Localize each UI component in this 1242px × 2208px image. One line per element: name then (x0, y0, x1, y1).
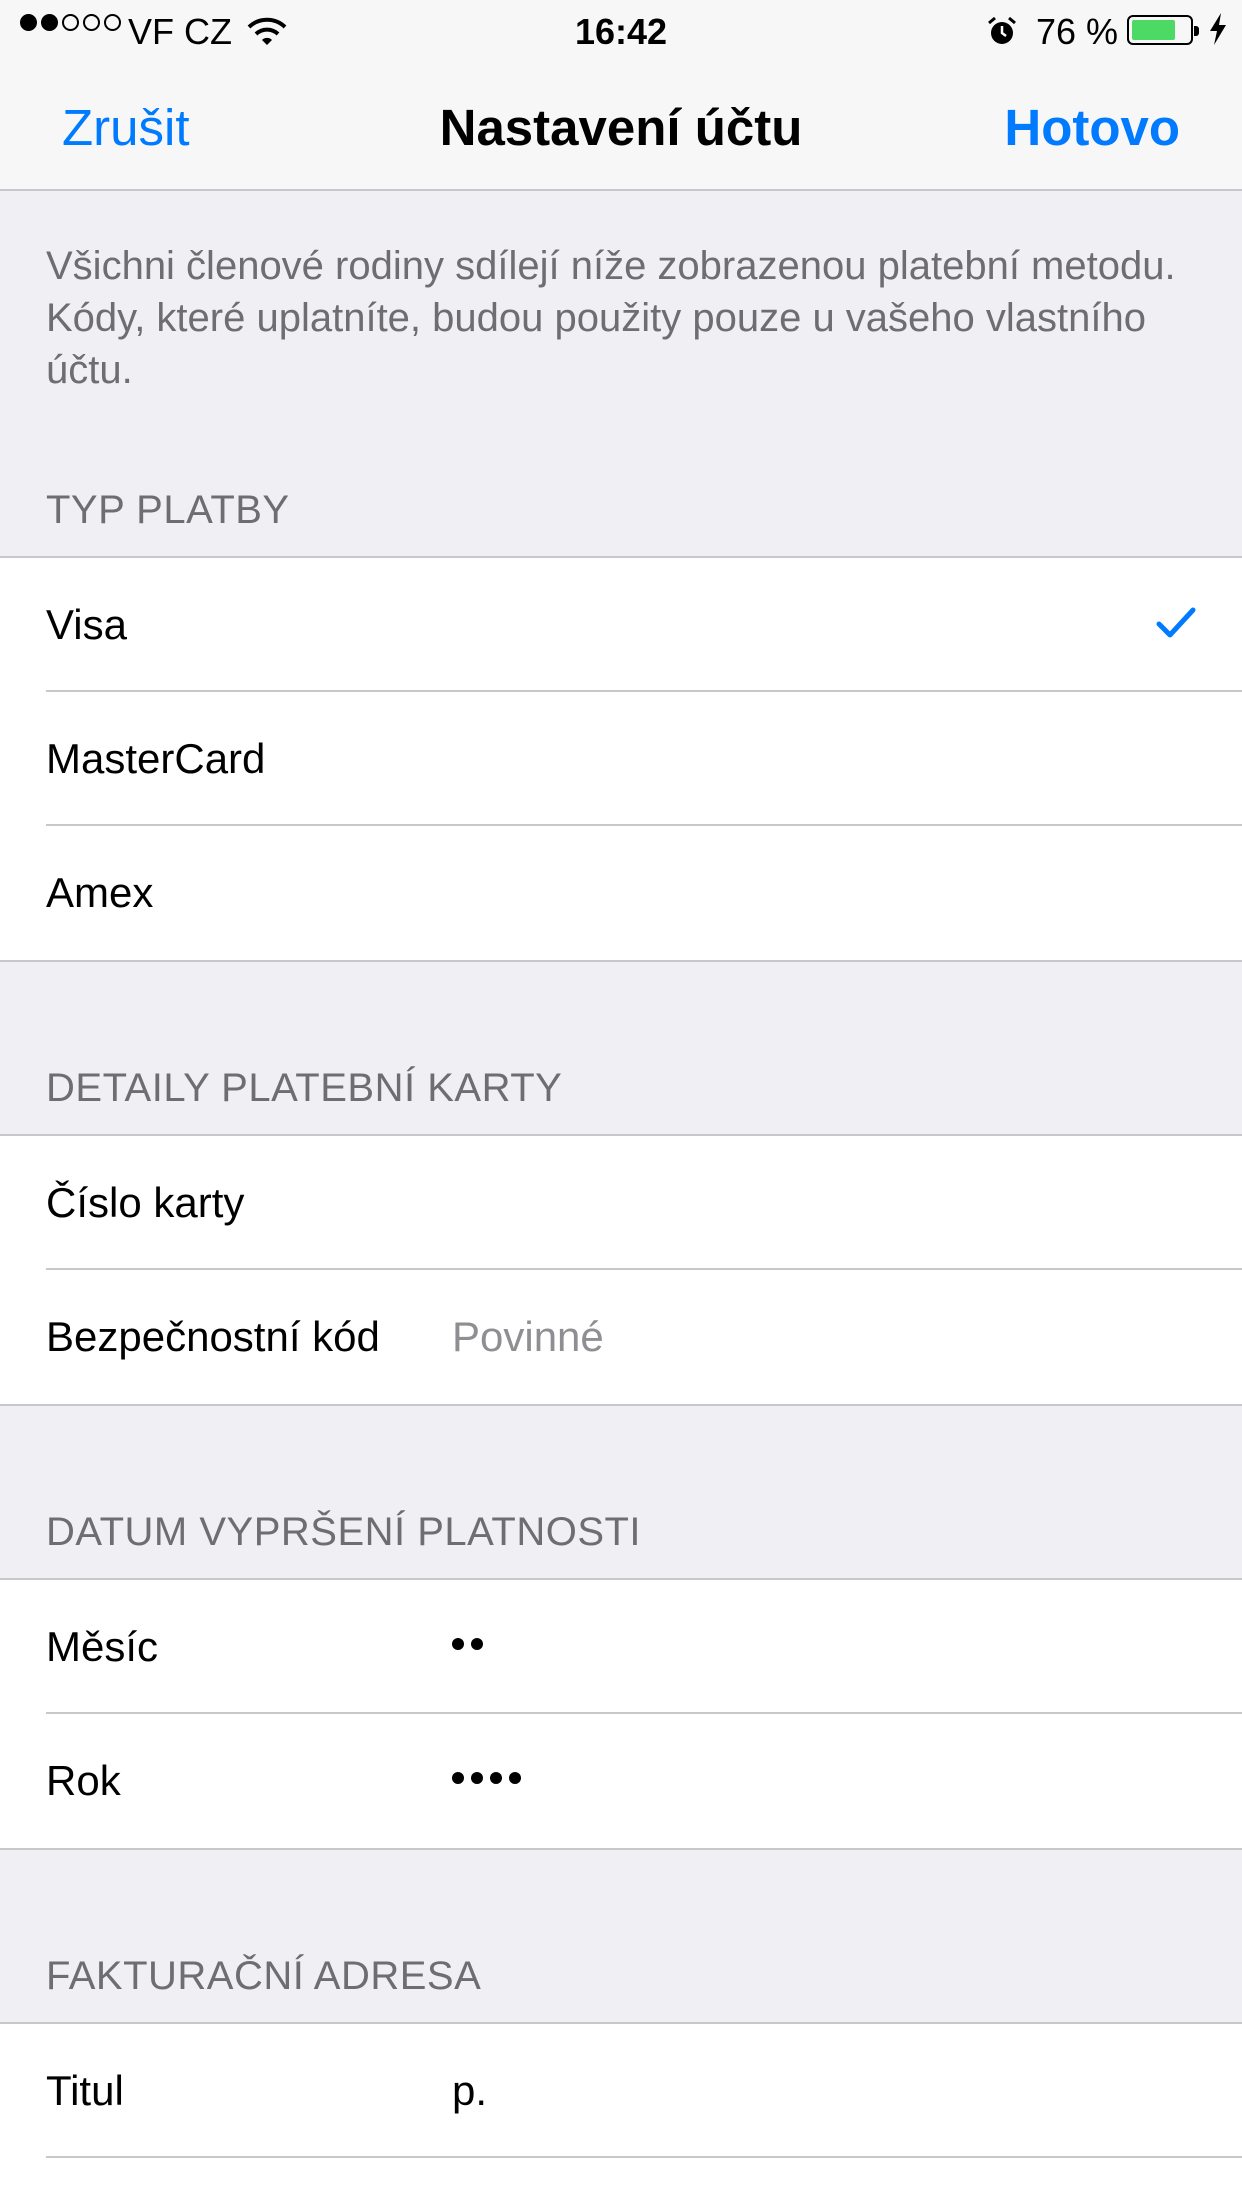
month-masked-field[interactable] (452, 1638, 483, 1650)
done-button[interactable]: Hotovo (1004, 98, 1180, 157)
payment-option-amex[interactable]: Amex (0, 826, 1242, 960)
security-code-field[interactable]: Povinné (452, 1270, 604, 1404)
mask-dot (452, 1772, 464, 1784)
mask-dot (471, 1638, 483, 1650)
alarm-icon (986, 14, 1018, 56)
expiry-year-row[interactable]: Rok (0, 1714, 1242, 1848)
payment-option-mastercard[interactable]: MasterCard (0, 692, 1242, 826)
billing-title-label: Titul (46, 2067, 124, 2114)
charging-bolt-icon (1208, 12, 1228, 55)
top-bar: VF CZ 16:42 76 % Zrušit Nastavení účtu H… (0, 0, 1242, 191)
month-label: Měsíc (46, 1623, 159, 1670)
mask-dot (471, 1772, 483, 1784)
card-details-group: Číslo karty Bezpečnostní kód Povinné (0, 1134, 1242, 1406)
family-sharing-notice: Všichni členové rodiny sdílejí níže zobr… (46, 244, 1176, 392)
security-code-label: Bezpečnostní kód (46, 1313, 380, 1360)
payment-option-label: MasterCard (46, 735, 266, 782)
payment-option-label: Amex (46, 869, 154, 916)
billing-address-group: Titul p. (0, 2022, 1242, 2208)
card-number-row[interactable]: Číslo karty (0, 1136, 1242, 1270)
battery-percentage: 76 % (1036, 11, 1119, 52)
payment-type-group: Visa MasterCard Amex (0, 556, 1242, 962)
battery-icon (1127, 15, 1199, 45)
payment-option-visa[interactable]: Visa (0, 558, 1242, 692)
mask-dot (490, 1772, 502, 1784)
account-settings-screen: VF CZ 16:42 76 % Zrušit Nastavení účtu H… (0, 0, 1242, 2208)
section-header-expiry: DATUM VYPRŠENÍ PLATNOSTI (46, 1510, 642, 1554)
payment-option-label: Visa (46, 601, 127, 648)
security-code-row[interactable]: Bezpečnostní kód Povinné (0, 1270, 1242, 1404)
section-header-billing-address: FAKTURAČNÍ ADRESA (46, 1954, 482, 1998)
billing-title-field[interactable]: p. (452, 2024, 487, 2158)
section-header-payment-type: TYP PLATBY (46, 488, 290, 532)
mask-dot (509, 1772, 521, 1784)
mask-dot (452, 1638, 464, 1650)
year-masked-field[interactable] (452, 1772, 521, 1784)
billing-title-row[interactable]: Titul p. (0, 2024, 1242, 2158)
checkmark-icon (1156, 606, 1196, 645)
status-bar: VF CZ 16:42 76 % (0, 0, 1242, 60)
year-label: Rok (46, 1757, 121, 1804)
section-header-card-details: DETAILY PLATEBNÍ KARTY (46, 1066, 563, 1110)
card-number-label: Číslo karty (46, 1179, 245, 1226)
expiry-group: Měsíc Rok (0, 1578, 1242, 1850)
expiry-month-row[interactable]: Měsíc (0, 1580, 1242, 1714)
